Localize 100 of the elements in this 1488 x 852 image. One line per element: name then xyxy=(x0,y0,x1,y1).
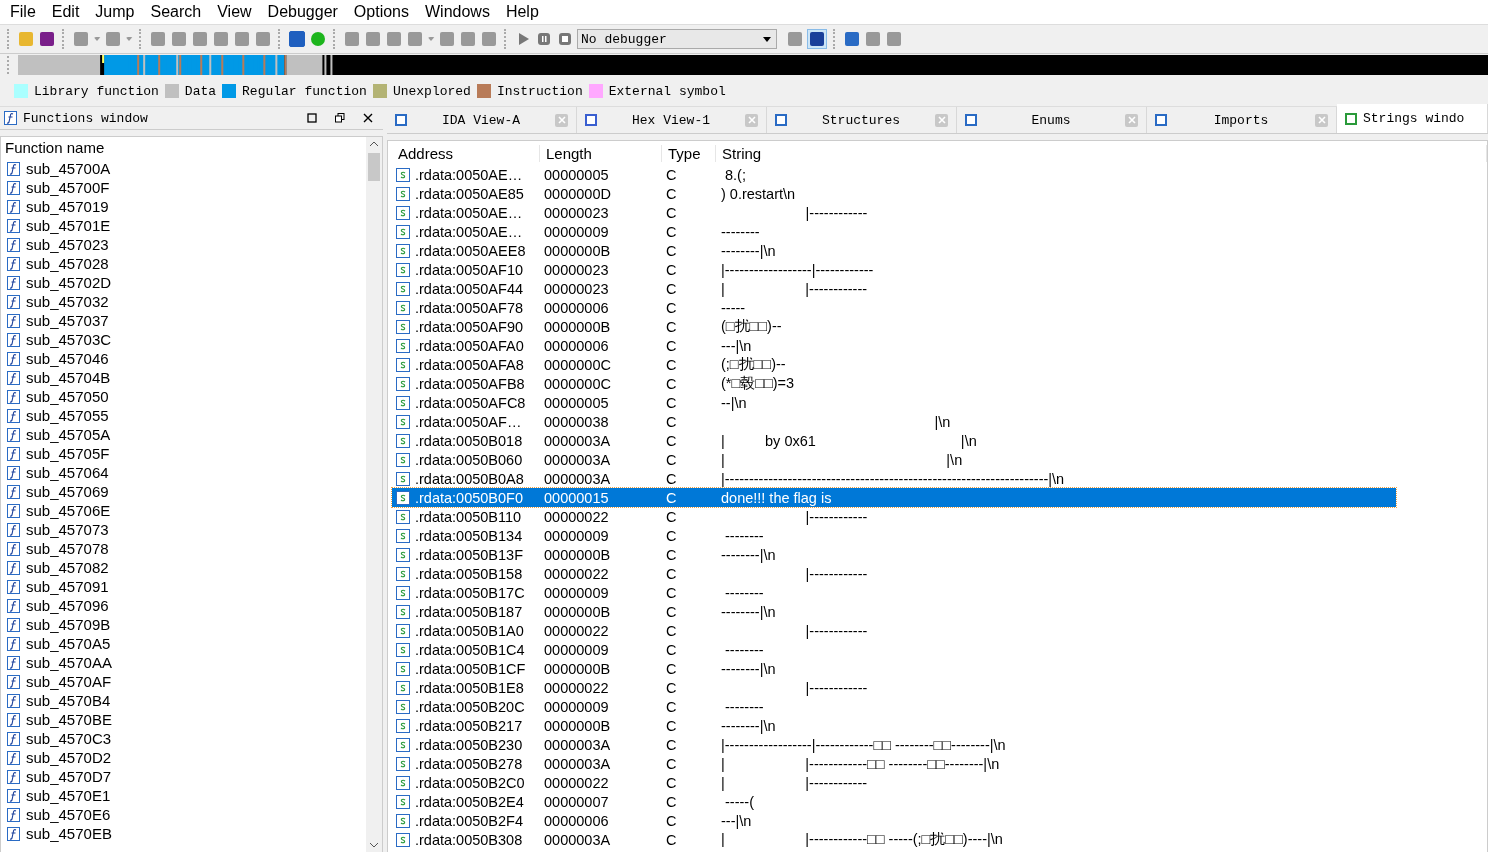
table-row[interactable]: .rdata:0050AE… 00000009 C -------- xyxy=(392,222,1396,241)
function-name[interactable]: sub_4570B4 xyxy=(26,692,111,709)
function-name[interactable]: sub_457069 xyxy=(26,483,109,500)
menu-item[interactable]: Options xyxy=(345,3,417,21)
restore-icon[interactable] xyxy=(334,112,346,124)
table-row[interactable]: .rdata:0050AFA0 00000006 C ---|\n xyxy=(392,336,1396,355)
pause-icon[interactable] xyxy=(535,30,553,48)
column-header[interactable]: Function name xyxy=(1,137,366,159)
menu-item[interactable]: View xyxy=(209,3,260,21)
table-row[interactable]: .rdata:0050AE… 00000005 C 8.(; xyxy=(392,165,1396,184)
function-name[interactable]: sub_4570E1 xyxy=(26,787,111,804)
table-row[interactable]: .rdata:0050B2F4 00000006 C ---|\n xyxy=(392,811,1396,830)
function-name[interactable]: sub_457032 xyxy=(26,293,109,310)
function-name[interactable]: sub_4570BE xyxy=(26,711,112,728)
table-row[interactable]: .rdata:0050B158 00000022 C |------------ xyxy=(392,564,1396,583)
scroll-up-icon[interactable] xyxy=(369,141,379,147)
column-header[interactable]: Address xyxy=(392,144,540,162)
scrollbar-thumb[interactable] xyxy=(368,153,380,181)
scroll-down-icon[interactable] xyxy=(369,842,379,848)
function-name[interactable]: sub_45701E xyxy=(26,217,111,234)
table-row[interactable]: .rdata:0050AF78 00000006 C ----- xyxy=(392,298,1396,317)
function-name[interactable]: sub_45705A xyxy=(26,426,111,443)
tab[interactable]: Strings windo xyxy=(1337,104,1488,133)
table-row[interactable]: .rdata:0050B1A0 00000022 C |------------ xyxy=(392,621,1396,640)
table-row[interactable]: .rdata:0050AF10 00000023 C |------------------|------------ xyxy=(392,260,1396,279)
table-row[interactable]: .rdata:0050B308 0000003A C | |------------□□ -----(;□扰□□)----|\n xyxy=(392,830,1396,849)
column-header[interactable]: Type xyxy=(662,144,716,162)
function-name[interactable]: sub_4570EB xyxy=(26,825,112,842)
function-name[interactable]: sub_45700A xyxy=(26,160,111,177)
debugger-select[interactable]: No debugger xyxy=(577,29,777,49)
menu-item[interactable]: Help xyxy=(497,3,547,21)
table-row[interactable]: .rdata:0050B1C4 00000009 C -------- xyxy=(392,640,1396,659)
menu-item[interactable]: File xyxy=(2,3,44,21)
stop-icon[interactable] xyxy=(556,30,574,48)
table-row[interactable]: .rdata:0050AFB8 0000000C C (*□毂□□)=3 xyxy=(392,374,1396,393)
function-name[interactable]: sub_457023 xyxy=(26,236,109,253)
table-row[interactable]: .rdata:0050B060 0000003A C | |\n xyxy=(392,450,1396,469)
function-name[interactable]: sub_4570D7 xyxy=(26,768,112,785)
menu-item[interactable]: Edit xyxy=(43,3,88,21)
table-row[interactable]: .rdata:0050B1E8 00000022 C |------------ xyxy=(392,678,1396,697)
table-row[interactable]: .rdata:0050B2C0 00000022 C | |------------ xyxy=(392,773,1396,792)
table-row[interactable]: .rdata:0050B278 0000003A C | |------------□□ --------□□--------|\n xyxy=(392,754,1396,773)
menu-item[interactable]: Debugger xyxy=(259,3,346,21)
menu-item[interactable]: Search xyxy=(142,3,210,21)
table-row[interactable]: .rdata:0050B2E4 00000007 C -----( xyxy=(392,792,1396,811)
function-name[interactable]: sub_4570AA xyxy=(26,654,112,671)
scrollbar[interactable] xyxy=(366,137,382,852)
table-row[interactable]: .rdata:0050B20C 00000009 C -------- xyxy=(392,697,1396,716)
table-row[interactable]: .rdata:0050AFC8 00000005 C --|\n xyxy=(392,393,1396,412)
function-name[interactable]: sub_457050 xyxy=(26,388,109,405)
table-row[interactable]: .rdata:0050B1CF 0000000B C --------|\n xyxy=(392,659,1396,678)
string-cell-text: | |------------□□ -----(;□扰□□)----|\n xyxy=(720,830,1004,849)
column-header[interactable]: String xyxy=(716,144,1487,162)
function-name[interactable]: sub_4570AF xyxy=(26,673,112,690)
function-name[interactable]: sub_45702D xyxy=(26,274,112,291)
table-row[interactable]: .rdata:0050B018 0000003A C | by 0x61 |\n xyxy=(392,431,1396,450)
function-name[interactable]: sub_4570C3 xyxy=(26,730,112,747)
function-name[interactable]: sub_457055 xyxy=(26,407,109,424)
function-name[interactable]: sub_45703C xyxy=(26,331,112,348)
column-header[interactable]: Length xyxy=(540,144,662,162)
table-row[interactable]: .rdata:0050B217 0000000B C --------|\n xyxy=(392,716,1396,735)
function-name[interactable]: sub_457028 xyxy=(26,255,109,272)
function-name[interactable]: sub_457046 xyxy=(26,350,109,367)
function-name[interactable]: sub_457019 xyxy=(26,198,109,215)
function-name[interactable]: sub_457037 xyxy=(26,312,109,329)
table-row[interactable]: .rdata:0050AFA8 0000000C C (;□扰□□)-- xyxy=(392,355,1396,374)
function-name[interactable]: sub_45706E xyxy=(26,502,111,519)
table-row[interactable]: .rdata:0050B0F0 00000015 C done!!! the flag is xyxy=(392,488,1396,507)
function-name[interactable]: sub_457096 xyxy=(26,597,109,614)
table-row[interactable]: .rdata:0050B17C 00000009 C -------- xyxy=(392,583,1396,602)
maximize-icon[interactable] xyxy=(306,112,318,124)
table-row[interactable]: .rdata:0050B13F 0000000B C --------|\n xyxy=(392,545,1396,564)
table-row[interactable]: .rdata:0050AF44 00000023 C | |------------ xyxy=(392,279,1396,298)
table-row[interactable]: .rdata:0050B134 00000009 C -------- xyxy=(392,526,1396,545)
type-cell-text: C xyxy=(665,204,678,221)
function-name[interactable]: sub_457064 xyxy=(26,464,109,481)
table-row[interactable]: .rdata:0050B110 00000022 C |------------ xyxy=(392,507,1396,526)
circle-icon[interactable] xyxy=(309,30,327,48)
function-name[interactable]: sub_457091 xyxy=(26,578,109,595)
table-row[interactable]: .rdata:0050AE85 0000000D C ) 0.restart\n xyxy=(392,184,1396,203)
table-row[interactable]: .rdata:0050AF… 00000038 C |\n xyxy=(392,412,1396,431)
table-row[interactable]: .rdata:0050B230 0000003A C |------------------|------------□□ --------□□--------|\n xyxy=(392,735,1396,754)
function-name[interactable]: sub_4570D2 xyxy=(26,749,112,766)
function-name[interactable]: sub_45709B xyxy=(26,616,111,633)
function-name[interactable]: sub_4570A5 xyxy=(26,635,111,652)
function-name[interactable]: sub_45704B xyxy=(26,369,111,386)
function-name[interactable]: sub_4570E6 xyxy=(26,806,111,823)
table-row[interactable]: .rdata:0050AF90 0000000B C (□扰□□)-- xyxy=(392,317,1396,336)
navigation-band-drawing[interactable] xyxy=(18,55,1488,75)
function-name[interactable]: sub_457073 xyxy=(26,521,109,538)
menu-item[interactable]: Jump xyxy=(87,3,143,21)
table-row[interactable]: .rdata:0050AE… 00000023 C |------------ xyxy=(392,203,1396,222)
table-row[interactable]: .rdata:0050B0A8 0000003A C |-------------------------------------------------------------------|\n xyxy=(392,469,1396,488)
function-name[interactable]: sub_457082 xyxy=(26,559,109,576)
function-name[interactable]: sub_457078 xyxy=(26,540,109,557)
menu-item[interactable]: Windows xyxy=(417,3,498,21)
function-name[interactable]: sub_45705F xyxy=(26,445,110,462)
function-name[interactable]: sub_45700F xyxy=(26,179,110,196)
table-row[interactable]: .rdata:0050AEE8 0000000B C --------|\n xyxy=(392,241,1396,260)
table-row[interactable]: .rdata:0050B187 0000000B C --------|\n xyxy=(392,602,1396,621)
